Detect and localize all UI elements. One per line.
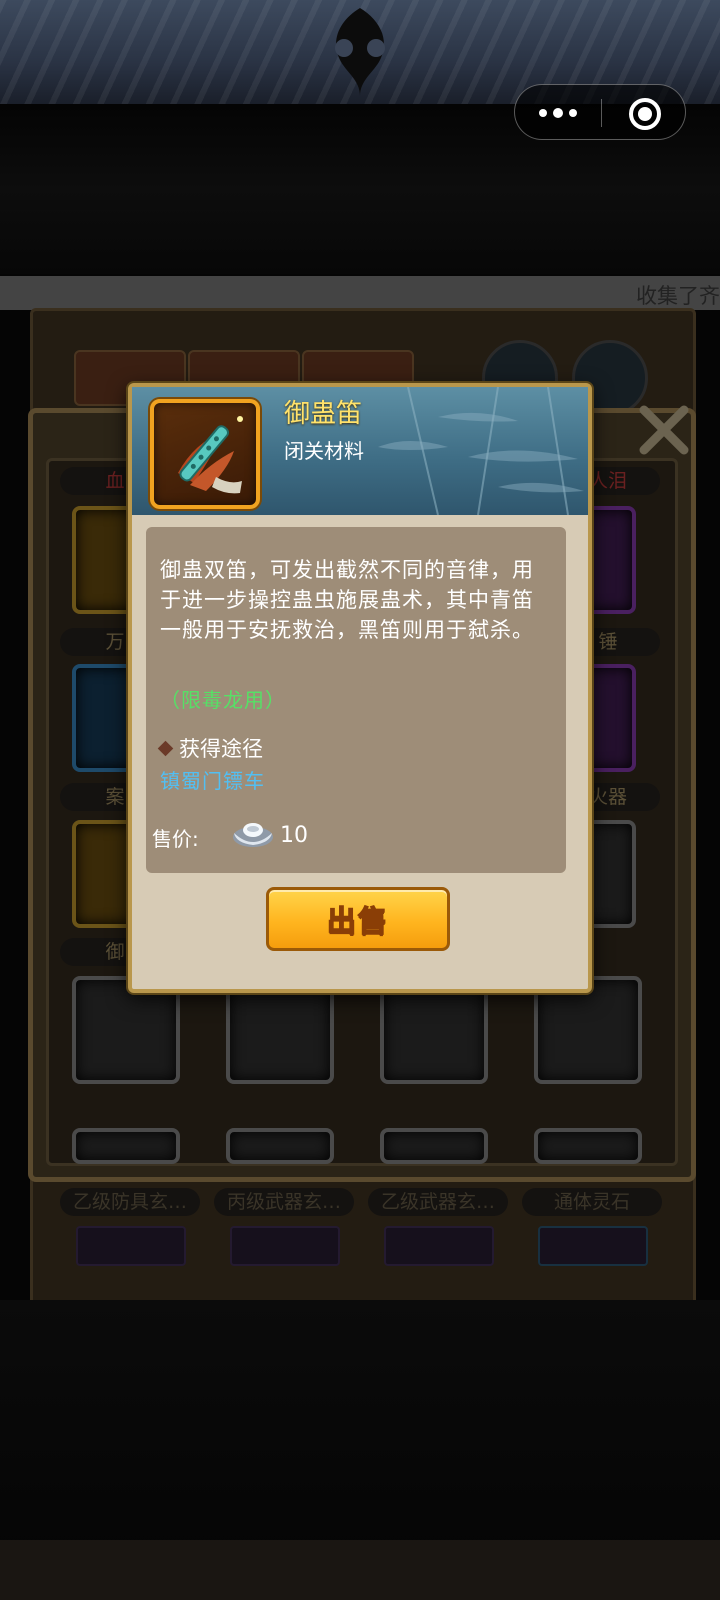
- price-value: 10: [280, 823, 308, 848]
- bamboo-decoration-icon: [378, 387, 584, 515]
- bag-slot: [230, 1226, 340, 1266]
- source-title: 获得途径: [157, 733, 263, 763]
- cloud-ornament-icon: [335, 8, 385, 96]
- item-description: 御蛊双笛，可发出截然不同的音律，用于进一步操控蛊虫施展蛊术，其中青笛一般用于安抚…: [160, 558, 534, 642]
- close-miniprogram-button[interactable]: [602, 85, 687, 141]
- diamond-bullet-icon: [157, 740, 174, 756]
- bag-slot: [380, 1128, 488, 1164]
- panel-close-icon: [639, 405, 689, 455]
- scrolling-ticker: 收集了齐: [0, 276, 720, 310]
- usage-restriction: （限毒龙用）: [160, 688, 286, 712]
- sell-button[interactable]: 出售: [266, 887, 450, 951]
- bag-slot: [72, 1128, 180, 1164]
- bottom-decor-strip: [0, 1540, 720, 1600]
- item-name: 御蛊笛: [284, 399, 363, 429]
- bag-slot: [226, 1128, 334, 1164]
- item-type: 闭关材料: [284, 439, 364, 463]
- slot-label: 通体灵石: [522, 1188, 662, 1216]
- slot-label: 乙级防具玄…: [60, 1188, 200, 1216]
- source-link[interactable]: 镇蜀门镖车: [160, 765, 265, 794]
- source-title-text: 获得途径: [179, 737, 263, 761]
- price-label: 售价:: [152, 827, 199, 851]
- item-header: 御蛊笛 闭关材料: [132, 387, 588, 515]
- bag-slot: [538, 1226, 648, 1266]
- item-description-box: 御蛊双笛，可发出截然不同的音律，用于进一步操控蛊虫施展蛊术，其中青笛一般用于安抚…: [146, 527, 566, 873]
- bag-slot: [76, 1226, 186, 1266]
- bag-slot: [534, 1128, 642, 1164]
- item-detail-popup: 御蛊笛 闭关材料 御蛊双笛，可发出截然不同的音律，用于进一步操控蛊虫施展蛊术，其…: [128, 383, 592, 993]
- silver-ingot-icon: [233, 823, 273, 847]
- more-button[interactable]: [515, 85, 601, 141]
- bag-slot: [384, 1226, 494, 1266]
- ticker-text: 收集了齐: [636, 284, 720, 308]
- flute-item-icon: [150, 399, 260, 509]
- slot-label: 丙级武器玄…: [214, 1188, 354, 1216]
- sell-button-label: 出售: [326, 903, 389, 939]
- slot-label: 乙级武器玄…: [368, 1188, 508, 1216]
- miniprogram-capsule: [514, 84, 686, 140]
